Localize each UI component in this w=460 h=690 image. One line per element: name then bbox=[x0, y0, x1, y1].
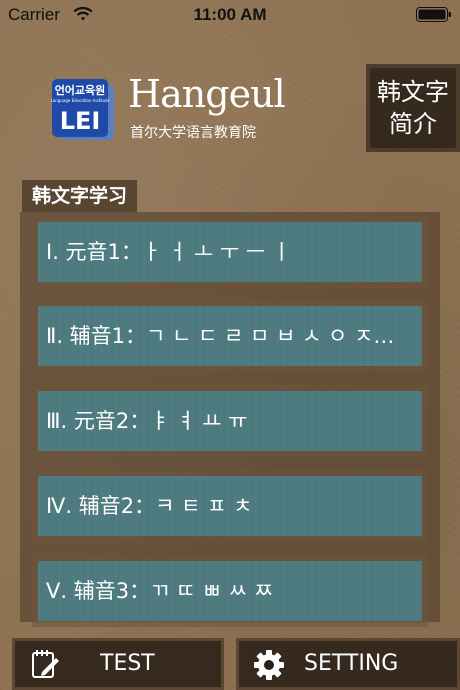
gear-icon bbox=[254, 650, 284, 680]
lesson-item-vowels-1[interactable]: Ⅰ. 元音1：ㅏ ㅓ ㅗ ㅜ ㅡ ㅣ bbox=[38, 222, 422, 282]
svg-text:LEI: LEI bbox=[60, 107, 101, 135]
lesson-item-consonants-1[interactable]: Ⅱ. 辅音1：ㄱ ㄴ ㄷ ㄹ ㅁ ㅂ ㅅ ㅇ ㅈ… bbox=[38, 306, 422, 366]
section-title: 韩文字学习 bbox=[22, 180, 138, 212]
lei-logo: 언어교육원 Language Education Institute LEI bbox=[51, 79, 114, 140]
intro-button-line1: 韩文字 bbox=[377, 78, 449, 106]
intro-button-line2: 简介 bbox=[389, 110, 437, 138]
hangeul-intro-button[interactable]: 韩文字 简介 bbox=[366, 64, 460, 152]
setting-button[interactable]: SETTING bbox=[236, 638, 460, 690]
status-time: 11:00 AM bbox=[193, 5, 267, 24]
svg-text:Language Education Institute: Language Education Institute bbox=[51, 98, 110, 103]
battery-icon bbox=[416, 7, 451, 22]
svg-text:언어교육원: 언어교육원 bbox=[55, 83, 106, 97]
setting-button-label: SETTING bbox=[304, 651, 399, 676]
test-button-label: TEST bbox=[100, 651, 155, 676]
notepad-pencil-icon bbox=[32, 650, 59, 678]
test-button[interactable]: TEST bbox=[12, 638, 224, 690]
status-bar: Carrier 11:00 AM bbox=[0, 0, 460, 30]
lesson-item-consonants-2[interactable]: Ⅳ. 辅音2：ㅋ ㅌ ㅍ ㅊ bbox=[38, 476, 422, 536]
lesson-item-consonants-3[interactable]: Ⅴ. 辅音3：ㄲ ㄸ ㅃ ㅆ ㅉ bbox=[38, 561, 422, 621]
app-title: Hangeul bbox=[128, 72, 286, 116]
lesson-item-vowels-2[interactable]: Ⅲ. 元音2：ㅑ ㅕ ㅛ ㅠ bbox=[38, 391, 422, 451]
app-subtitle: 首尔大学语言教育院 bbox=[130, 125, 256, 141]
